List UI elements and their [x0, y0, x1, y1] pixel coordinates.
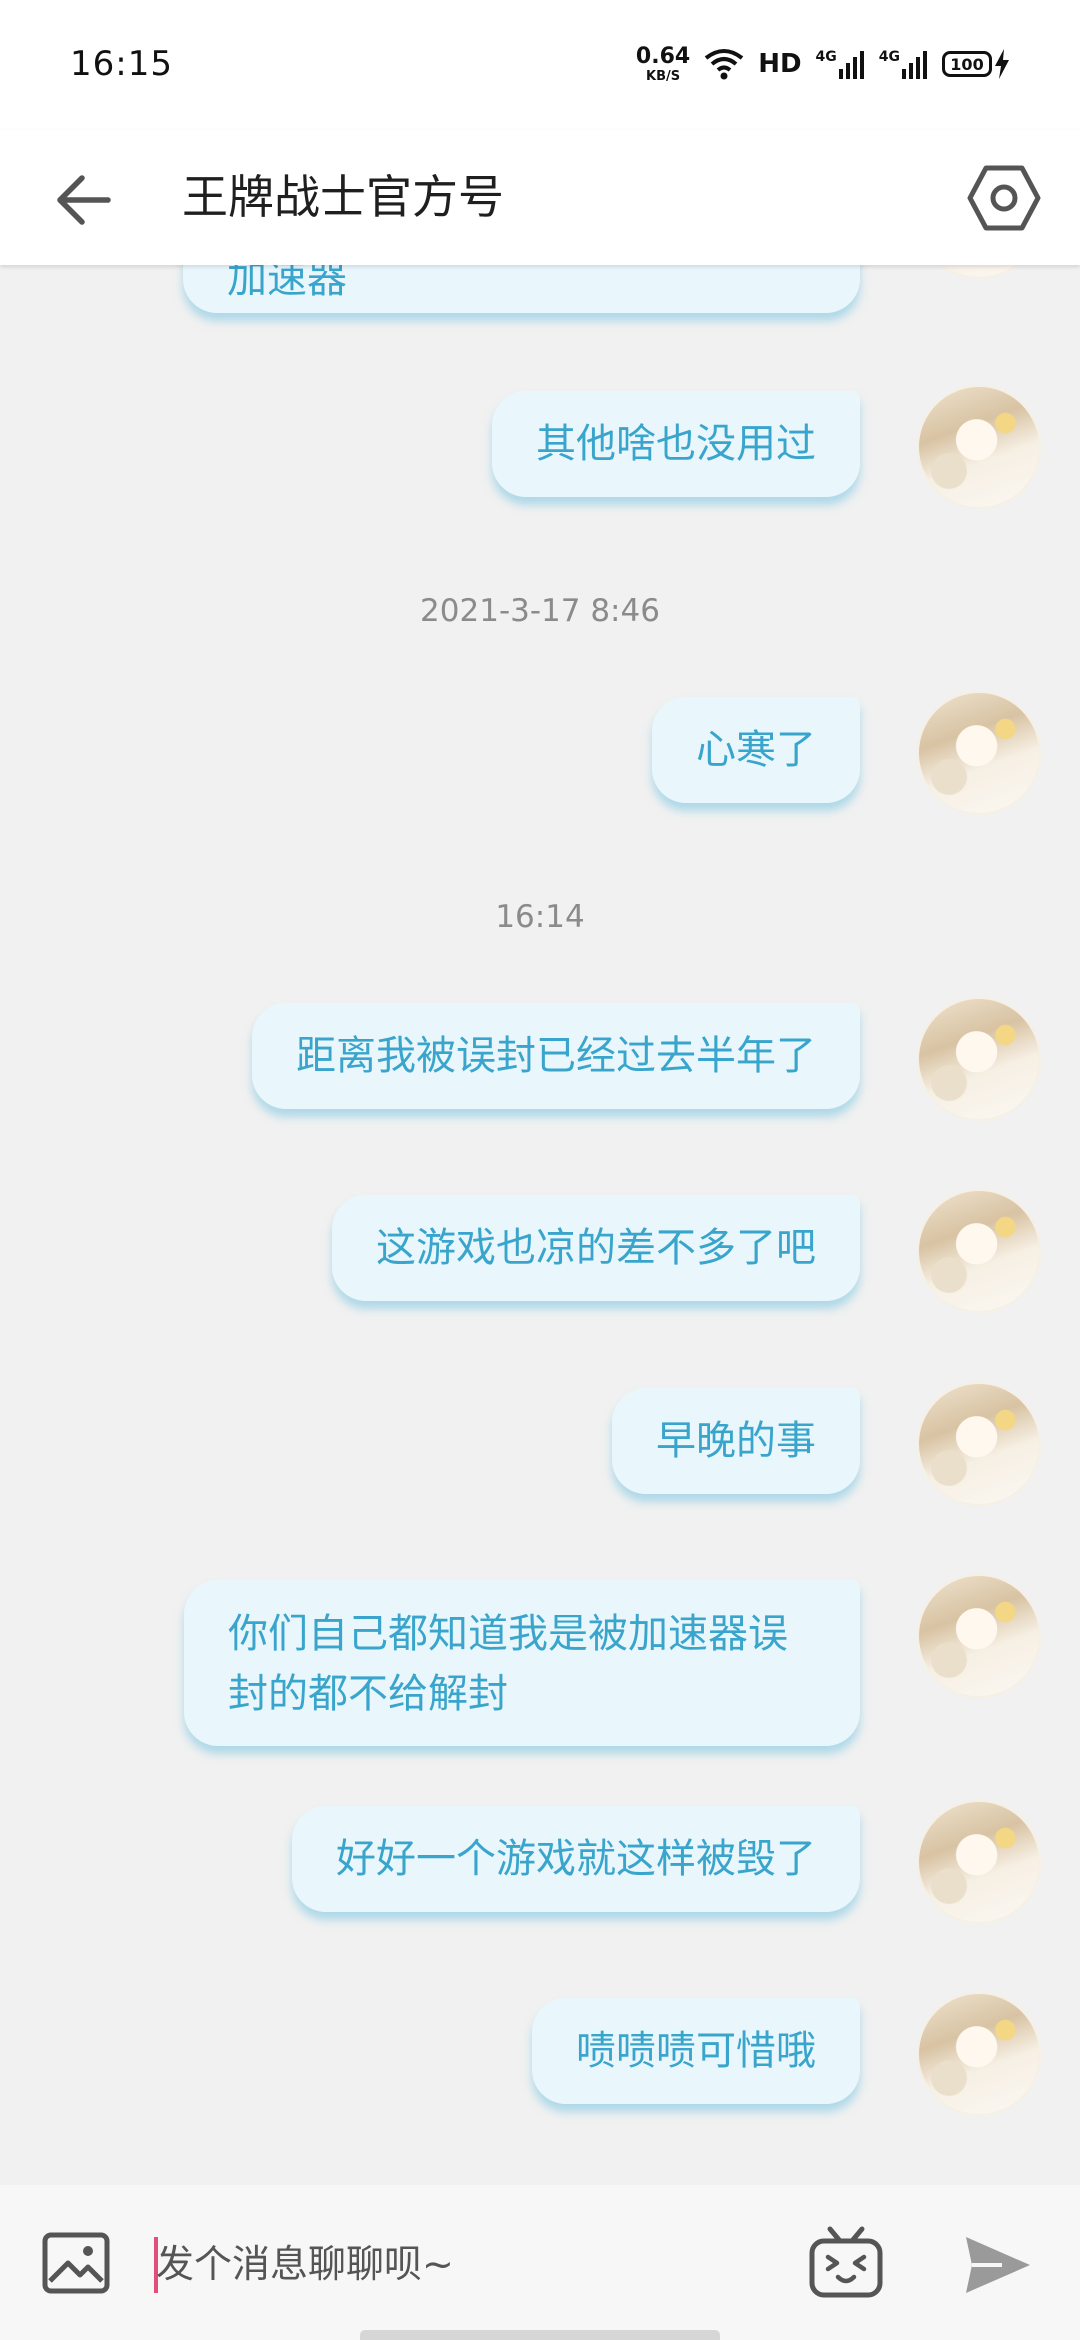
image-picker-button[interactable] — [40, 2227, 112, 2299]
tv-emoji-icon — [809, 2226, 883, 2298]
message-bubble[interactable]: 其他啥也没用过 — [492, 391, 860, 497]
avatar[interactable] — [917, 385, 1041, 509]
message-text: 早晚的事 — [656, 1418, 816, 1464]
back-button[interactable] — [52, 170, 116, 230]
timestamp: 16:14 — [495, 899, 585, 935]
battery-indicator: 100 — [942, 49, 1010, 79]
signal-label: 4G — [878, 49, 900, 65]
page-title: 王牌战士官方号 — [182, 170, 504, 224]
message-input[interactable] — [156, 2229, 756, 2299]
message-bubble[interactable]: 早晚的事 — [612, 1388, 860, 1494]
message-text: 距离我被误封已经过去半年了 — [296, 1033, 816, 1079]
hd-label: HD — [758, 49, 802, 79]
emoji-button[interactable] — [806, 2223, 886, 2303]
message-text: 你们自己都知道我是被加速器误封的都不给解封 — [228, 1611, 788, 1717]
chat-header: 王牌战士官方号 — [0, 130, 1080, 265]
message-text: 这游戏也凉的差不多了吧 — [376, 1225, 816, 1271]
signal-strength-1: 4G — [816, 49, 865, 79]
settings-button[interactable] — [966, 160, 1042, 236]
message-bubble[interactable]: 好好一个游戏就这样被毁了 — [292, 1806, 860, 1912]
message-bubble[interactable]: 这游戏也凉的差不多了吧 — [332, 1195, 860, 1301]
hexagon-settings-icon — [967, 165, 1041, 231]
avatar[interactable] — [917, 1992, 1041, 2116]
message-text: 加速器 — [227, 265, 347, 302]
avatar[interactable] — [917, 1800, 1041, 1924]
message-bubble[interactable]: 距离我被误封已经过去半年了 — [252, 1003, 860, 1109]
send-button[interactable] — [962, 2231, 1034, 2299]
message-text: 好好一个游戏就这样被毁了 — [336, 1836, 816, 1882]
avatar[interactable] — [917, 691, 1041, 815]
status-bar: 16:15 0.64 KB/S HD 4G 4G 100 — [0, 0, 1080, 130]
message-bubble[interactable]: 心寒了 — [652, 697, 860, 803]
message-bubble[interactable]: 加速器 — [183, 265, 860, 313]
signal-label: 4G — [815, 49, 837, 65]
signal-bars-icon — [902, 51, 927, 79]
message-text: 其他啥也没用过 — [536, 421, 816, 467]
image-icon — [42, 2232, 110, 2294]
home-indicator — [360, 2330, 720, 2340]
avatar[interactable] — [917, 1382, 1041, 1506]
network-speed-unit: KB/S — [646, 68, 681, 84]
message-text: 心寒了 — [696, 727, 816, 773]
avatar[interactable] — [917, 1574, 1041, 1698]
message-input-bar — [0, 2185, 1080, 2340]
wifi-icon — [704, 49, 744, 80]
send-icon — [966, 2237, 1030, 2293]
timestamp: 2021-3-17 8:46 — [420, 593, 660, 629]
status-time: 16:15 — [70, 44, 173, 84]
arrow-left-icon — [57, 175, 111, 225]
avatar[interactable] — [917, 997, 1041, 1121]
charging-bolt-icon — [995, 49, 1009, 79]
message-bubble[interactable]: 你们自己都知道我是被加速器误封的都不给解封 — [184, 1580, 860, 1746]
signal-bars-icon — [838, 51, 864, 79]
chat-area[interactable]: 加速器 其他啥也没用过 2021-3-17 8:46 心寒了 16:14 距离我… — [0, 265, 1080, 2185]
network-speed-value: 0.64 — [635, 43, 691, 69]
status-icons: 0.64 KB/S HD 4G 4G 100 — [636, 44, 1010, 84]
battery-level: 100 — [942, 51, 992, 77]
message-text: 啧啧啧可惜哦 — [576, 2028, 816, 2074]
message-bubble[interactable]: 啧啧啧可惜哦 — [532, 1998, 860, 2104]
network-speed: 0.64 KB/S — [635, 43, 691, 84]
avatar[interactable] — [917, 1189, 1041, 1313]
avatar[interactable] — [917, 265, 1041, 279]
signal-strength-2: 4G — [879, 49, 928, 79]
